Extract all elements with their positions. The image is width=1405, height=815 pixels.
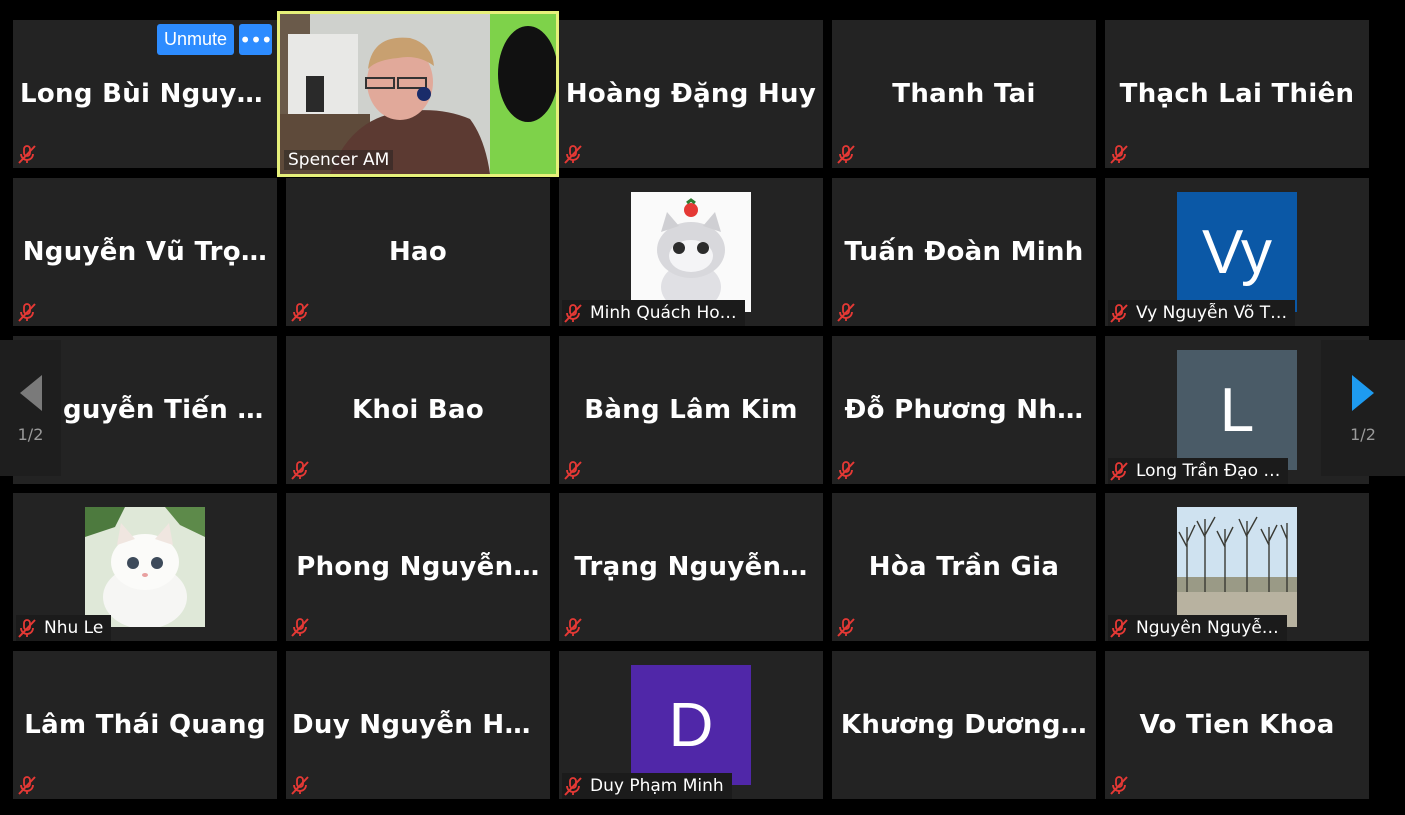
muted-mic-icon: [18, 776, 36, 795]
muted-mic-icon: [291, 461, 309, 480]
initials-avatar: D: [631, 665, 751, 785]
muted-mic-icon: [837, 461, 855, 480]
participant-name: Nhu Le: [44, 618, 104, 638]
unmute-button[interactable]: Unmute: [157, 24, 234, 55]
participant-name: Thanh Tai: [892, 79, 1036, 109]
muted-mic-icon: [291, 303, 309, 322]
name-label: Duy Phạm Minh: [562, 773, 732, 799]
previous-page-button[interactable]: 1/2: [0, 340, 61, 476]
muted-mic-icon: [291, 618, 309, 637]
page-indicator: 1/2: [1350, 424, 1376, 444]
muted-mic-icon: [564, 304, 582, 323]
participant-name: Trạng Nguyễn…: [574, 552, 808, 582]
participant-name: Long Bùi Nguyễ…: [20, 79, 271, 109]
participant-tile[interactable]: Đỗ Phương Nh…: [832, 336, 1096, 484]
name-label: Long Trần Đạo …: [1108, 458, 1289, 484]
participant-tile[interactable]: Tuấn Đoàn Minh: [832, 178, 1096, 326]
participant-tile[interactable]: Hao: [286, 178, 550, 326]
arrow-left-icon: [19, 374, 42, 411]
muted-mic-icon: [837, 145, 855, 164]
muted-mic-icon: [837, 303, 855, 322]
muted-mic-icon: [564, 777, 582, 796]
muted-mic-icon: [1110, 619, 1128, 638]
participant-tile[interactable]: Vy Vy Nguyễn Võ T…: [1105, 178, 1369, 326]
participant-name: Hòa Trần Gia: [868, 552, 1060, 582]
participant-name: Khương Dương…: [840, 710, 1088, 740]
participant-tile[interactable]: Minh Quách Ho…: [559, 178, 823, 326]
profile-picture: [85, 507, 205, 627]
muted-mic-icon: [564, 145, 582, 164]
participant-name: Long Trần Đạo …: [1136, 461, 1281, 481]
participant-name: guyễn Tiến Th…: [63, 395, 271, 425]
participant-tile[interactable]: Lâm Thái Quang: [13, 651, 277, 799]
participant-name: Spencer AM: [284, 150, 394, 170]
participant-name: Vy Nguyễn Võ T…: [1136, 303, 1288, 323]
participant-name: Tuấn Đoàn Minh: [844, 237, 1084, 267]
participant-name: Thạch Lai Thiên: [1119, 79, 1355, 109]
participant-name: Lâm Thái Quang: [24, 710, 266, 740]
participant-name: Nguyên Nguyễ…: [1136, 618, 1279, 638]
arrow-right-icon: [1352, 374, 1374, 411]
participant-name: Khoi Bao: [351, 395, 485, 425]
participant-tile[interactable]: Thanh Tai: [832, 20, 1096, 168]
participant-tile[interactable]: D Duy Phạm Minh: [559, 651, 823, 799]
page-indicator: 1/2: [17, 424, 44, 444]
name-label: Nhu Le: [16, 615, 112, 641]
participant-name: Hao: [388, 237, 448, 267]
participant-tile[interactable]: Phong Nguyễn…: [286, 493, 550, 641]
initials-avatar: Vy: [1177, 192, 1297, 312]
participant-tile[interactable]: Bàng Lâm Kim: [559, 336, 823, 484]
participant-tile[interactable]: Hoàng Đặng Huy: [559, 20, 823, 168]
participant-name: Đỗ Phương Nh…: [844, 395, 1084, 425]
participant-name: Bàng Lâm Kim: [584, 395, 798, 425]
participant-tile[interactable]: Khoi Bao: [286, 336, 550, 484]
name-label: Minh Quách Ho…: [562, 300, 745, 326]
muted-mic-icon: [18, 619, 36, 638]
participant-tile[interactable]: Nguyễn Vũ Trọ…: [13, 178, 277, 326]
participant-name: Vo Tien Khoa: [1139, 710, 1335, 740]
participant-tile[interactable]: Hòa Trần Gia: [832, 493, 1096, 641]
participant-tile[interactable]: Trạng Nguyễn…: [559, 493, 823, 641]
profile-picture: [631, 192, 751, 312]
participant-name: Nguyễn Vũ Trọ…: [22, 237, 268, 267]
muted-mic-icon: [18, 145, 36, 164]
participant-tile[interactable]: Khương Dương…: [832, 651, 1096, 799]
participant-tile[interactable]: Long Bùi Nguyễ…: [13, 20, 277, 168]
participant-name: Duy Nguyễn Ho…: [292, 710, 544, 740]
more-icon: •••: [239, 27, 272, 52]
muted-mic-icon: [837, 618, 855, 637]
participant-tile[interactable]: Vo Tien Khoa: [1105, 651, 1369, 799]
muted-mic-icon: [18, 303, 36, 322]
next-page-button[interactable]: 1/2: [1321, 340, 1405, 476]
muted-mic-icon: [1110, 304, 1128, 323]
muted-mic-icon: [564, 461, 582, 480]
participant-tile[interactable]: Duy Nguyễn Ho…: [286, 651, 550, 799]
muted-mic-icon: [564, 618, 582, 637]
name-label: Nguyên Nguyễ…: [1108, 615, 1287, 641]
participant-tile[interactable]: Thạch Lai Thiên: [1105, 20, 1369, 168]
profile-picture: [1177, 507, 1297, 627]
participant-name: Duy Phạm Minh: [590, 776, 724, 796]
muted-mic-icon: [291, 776, 309, 795]
participant-tile[interactable]: Nhu Le: [13, 493, 277, 641]
active-speaker-tile[interactable]: Spencer AM: [277, 11, 559, 177]
name-label: Vy Nguyễn Võ T…: [1108, 300, 1296, 326]
initials-avatar: L: [1177, 350, 1297, 470]
participant-name: Minh Quách Ho…: [590, 303, 737, 323]
muted-mic-icon: [1110, 776, 1128, 795]
more-options-button[interactable]: •••: [239, 24, 273, 55]
participant-name: Phong Nguyễn…: [296, 552, 540, 582]
muted-mic-icon: [1110, 145, 1128, 164]
participant-tile[interactable]: Nguyên Nguyễ…: [1105, 493, 1369, 641]
participant-name: Hoàng Đặng Huy: [565, 79, 817, 109]
muted-mic-icon: [1110, 462, 1128, 481]
